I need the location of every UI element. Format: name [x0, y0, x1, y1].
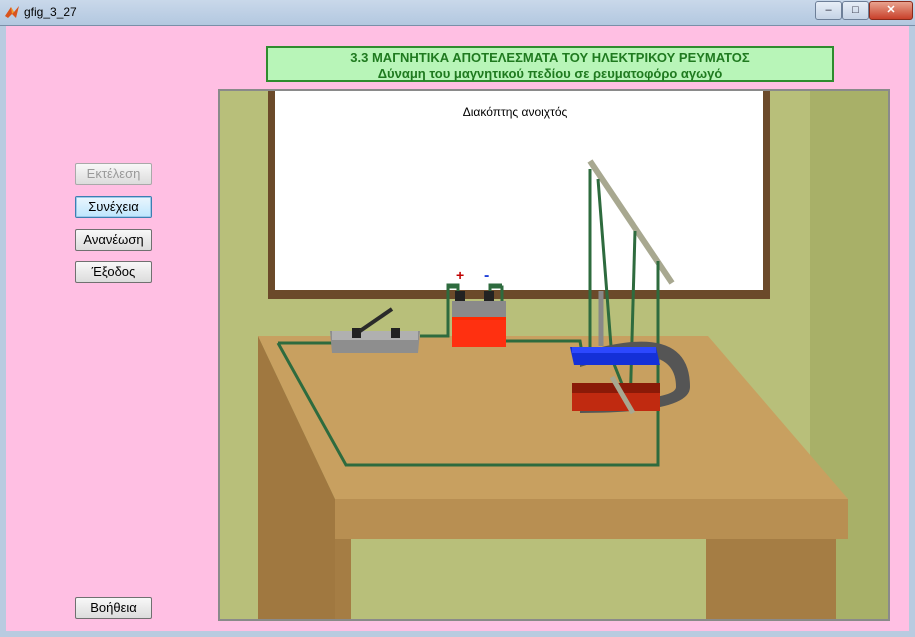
battery-stripe [452, 317, 506, 320]
refresh-button[interactable]: Ανανέωση [75, 229, 152, 251]
experiment-scene: + - Διακόπτης ανοιχτός [218, 89, 890, 621]
switch-status: Διακόπτης ανοιχτός [462, 105, 568, 119]
switch-top [332, 331, 418, 340]
maximize-icon: □ [852, 4, 859, 16]
maximize-button[interactable]: □ [842, 1, 869, 20]
table-leg-left [335, 539, 351, 619]
lesson-subtitle: Δύναμη του μαγνητικού πεδίου σε ρευματοφ… [377, 66, 723, 81]
run-button[interactable]: Εκτέλεση [75, 163, 152, 185]
lesson-title: 3.3 ΜΑΓΝΗΤΙΚΑ ΑΠΟΤΕΛΕΣΜΑΤΑ ΤΟΥ ΗΛΕΚΤΡΙΚΟ… [350, 50, 750, 65]
close-icon: ✕ [886, 4, 896, 16]
under-table [351, 539, 706, 619]
continue-button[interactable]: Συνέχεια [75, 196, 152, 218]
battery-terminal-minus [484, 291, 494, 301]
minimize-icon: – [825, 4, 832, 16]
battery-top [452, 301, 506, 319]
window-title: gfig_3_27 [24, 5, 77, 19]
window-titlebar: gfig_3_27 – □ ✕ [0, 0, 915, 26]
whiteboard [275, 91, 763, 290]
table-front-edge [335, 499, 848, 539]
battery-terminal-plus [455, 291, 465, 301]
table-leg-right [706, 539, 836, 619]
help-button[interactable]: Βοήθεια [75, 597, 152, 619]
exit-button[interactable]: Έξοδος [75, 261, 152, 283]
close-button[interactable]: ✕ [869, 1, 913, 20]
minimize-button[interactable]: – [815, 1, 842, 20]
battery-minus-label: - [484, 267, 489, 284]
matlab-icon [5, 6, 19, 18]
switch-terminal-right [391, 328, 400, 338]
lesson-header: 3.3 ΜΑΓΝΗΤΙΚΑ ΑΠΟΤΕΛΕΣΜΑΤΑ ΤΟΥ ΗΛΕΚΤΡΙΚΟ… [266, 46, 834, 82]
battery-plus-label: + [456, 267, 464, 283]
experiment-drawing: + - [220, 91, 888, 619]
magnet-north-top [572, 347, 656, 353]
